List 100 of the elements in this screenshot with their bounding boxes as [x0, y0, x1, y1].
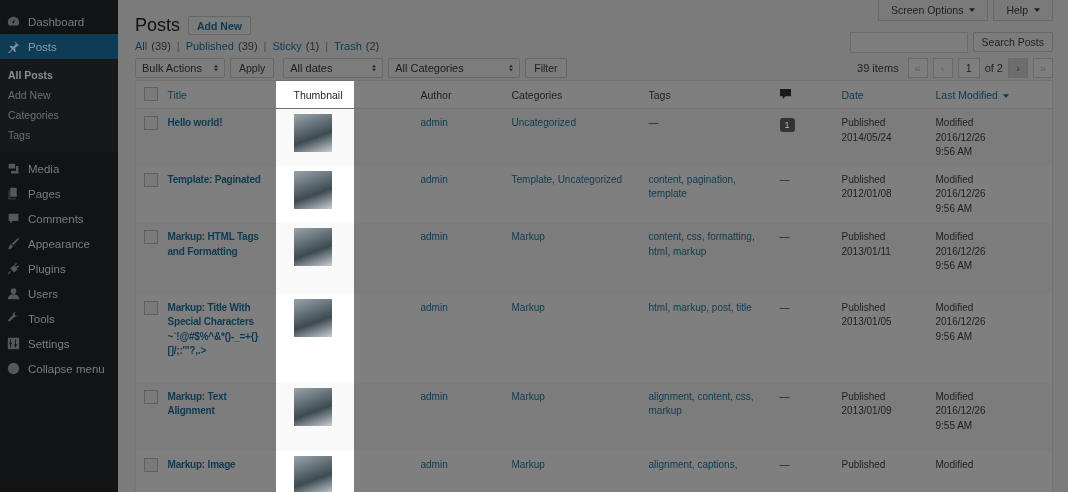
post-title-link[interactable]: Hello world! [167, 116, 275, 131]
post-title-link[interactable]: Markup: Title With Special Characters ~`!@#$%^&*()-_=+{} []/;:'"?,.> [167, 300, 275, 359]
author-link[interactable]: admin [420, 230, 496, 245]
submenu-item[interactable]: Add New [0, 85, 118, 105]
column-header: Thumbnail [293, 89, 343, 101]
post-title-link[interactable]: Markup: Text Alignment [167, 389, 275, 419]
page-title: Posts [135, 15, 181, 36]
post-title-link[interactable]: Template: Paginated [167, 172, 275, 187]
filter-dropdown[interactable]: All Categories [388, 58, 521, 78]
date-cell-text: Published [841, 458, 887, 472]
category-links[interactable]: Markup [511, 458, 633, 473]
modified-cell-text: Modified 2016/12/26 9:55 AM [935, 389, 987, 433]
screen-tab[interactable]: Help [993, 0, 1053, 21]
comment-count: — [779, 300, 791, 315]
view-separator: | [325, 40, 329, 52]
caret-icon [969, 8, 976, 12]
view-count: (2) [365, 40, 380, 52]
view-link[interactable]: Published [185, 40, 234, 52]
page-number-field[interactable]: 1 [957, 58, 980, 78]
sidebar-item[interactable]: Tools [0, 306, 118, 331]
view-link[interactable]: Sticky [272, 40, 302, 52]
post-title-link[interactable]: Markup: HTML Tags and Formatting [167, 230, 275, 259]
item-count: 39 items [857, 62, 899, 74]
sidebar-item[interactable]: Dashboard [0, 9, 118, 34]
sidebar-item[interactable]: Collapse menu [0, 356, 118, 381]
tag-links[interactable]: html, markup, post, title [648, 300, 764, 315]
column-header: Categories [511, 89, 563, 101]
sidebar-item[interactable]: Pages [0, 181, 118, 206]
sidebar-item[interactable]: Users [0, 281, 118, 306]
screen-tab[interactable]: Screen Options [878, 0, 989, 21]
page-nav-button[interactable]: › [1008, 58, 1028, 78]
tag-links[interactable]: alignment, content, css, markup [648, 389, 764, 419]
sidebar-item[interactable]: Posts [0, 34, 118, 59]
author-link[interactable]: admin [420, 389, 496, 404]
comment-icon [7, 212, 20, 225]
row-checkbox[interactable] [144, 116, 158, 130]
column-header[interactable]: Title [167, 89, 187, 101]
apply-button[interactable]: Apply [230, 58, 275, 78]
modified-cell-text: Modified 2016/12/26 9:56 AM [935, 230, 987, 273]
row-checkbox[interactable] [144, 172, 158, 187]
tag-links[interactable]: content, css, formatting, html, markup [648, 230, 764, 259]
photo-placeholder [293, 114, 332, 152]
add-new-button[interactable]: Add New [188, 16, 251, 35]
filter-dropdown[interactable]: All dates [283, 58, 384, 78]
column-header[interactable]: Date [841, 89, 864, 101]
wrench-icon [7, 312, 20, 325]
comment-count-badge[interactable]: 1 [779, 118, 795, 132]
sliders-icon [7, 337, 20, 350]
comment-count: — [779, 389, 791, 404]
column-header[interactable]: Last Modified [935, 89, 998, 101]
category-links[interactable]: Uncategorized [511, 116, 633, 131]
row-checkbox[interactable] [144, 300, 158, 315]
category-links[interactable]: Template, Uncategorized [511, 172, 633, 187]
submenu-item[interactable]: Tags [0, 125, 118, 145]
column-header: Tags [648, 89, 671, 101]
filter-button[interactable]: Filter [525, 58, 567, 78]
row-checkbox[interactable] [144, 230, 158, 244]
modified-cell-text: Modified [935, 458, 975, 472]
row-checkbox[interactable] [144, 458, 158, 472]
category-links[interactable]: Markup [511, 300, 633, 315]
page-total: of 2 [984, 62, 1003, 74]
view-count: (1) [305, 40, 320, 52]
search-button[interactable]: Search Posts [972, 32, 1053, 52]
date-cell-text: Published 2013/01/09 [841, 389, 893, 418]
modified-cell-text: Modified 2016/12/26 9:56 AM [935, 172, 987, 216]
view-count: (39) [151, 40, 171, 52]
collapse-icon [7, 362, 20, 375]
submenu-item[interactable]: All Posts [0, 65, 118, 85]
tag-links[interactable]: alignment, captions, [648, 458, 764, 473]
gauge-icon [7, 15, 20, 28]
date-cell-text: Published 2013/01/05 [841, 300, 893, 329]
row-checkbox[interactable] [144, 389, 158, 404]
select-arrows-icon [214, 64, 218, 72]
modified-cell-text: Modified 2016/12/26 9:56 AM [935, 300, 987, 344]
author-link[interactable]: admin [420, 458, 496, 473]
sidebar-item[interactable]: Media [0, 156, 118, 181]
select-all-checkbox[interactable] [144, 87, 158, 101]
comment-count: — [779, 172, 791, 187]
sidebar-item[interactable]: Settings [0, 331, 118, 356]
submenu-item[interactable]: Categories [0, 105, 118, 125]
pages-icon [7, 187, 20, 200]
modified-cell-text: Modified 2016/12/26 9:56 AM [935, 116, 987, 159]
view-link[interactable]: All [135, 40, 148, 52]
author-link[interactable]: admin [420, 116, 496, 131]
author-link[interactable]: admin [420, 172, 496, 187]
brush-icon [7, 237, 20, 250]
bulk-actions-dropdown[interactable]: Bulk Actions [135, 58, 225, 78]
author-link[interactable]: admin [420, 300, 496, 315]
plug-icon [7, 262, 20, 275]
view-link[interactable]: Trash [334, 40, 362, 52]
tag-links[interactable]: content, pagination, template [648, 172, 764, 202]
photo-placeholder [293, 228, 332, 266]
view-separator: | [176, 40, 180, 52]
category-links[interactable]: Markup [511, 230, 633, 245]
sidebar-item[interactable]: Comments [0, 206, 118, 231]
date-cell-text: Published 2014/05/24 [841, 116, 893, 145]
sidebar-item[interactable]: Appearance [0, 231, 118, 256]
sidebar-item[interactable]: Plugins [0, 256, 118, 281]
category-links[interactable]: Markup [511, 389, 633, 404]
post-title-link[interactable]: Markup: Image [167, 458, 275, 473]
